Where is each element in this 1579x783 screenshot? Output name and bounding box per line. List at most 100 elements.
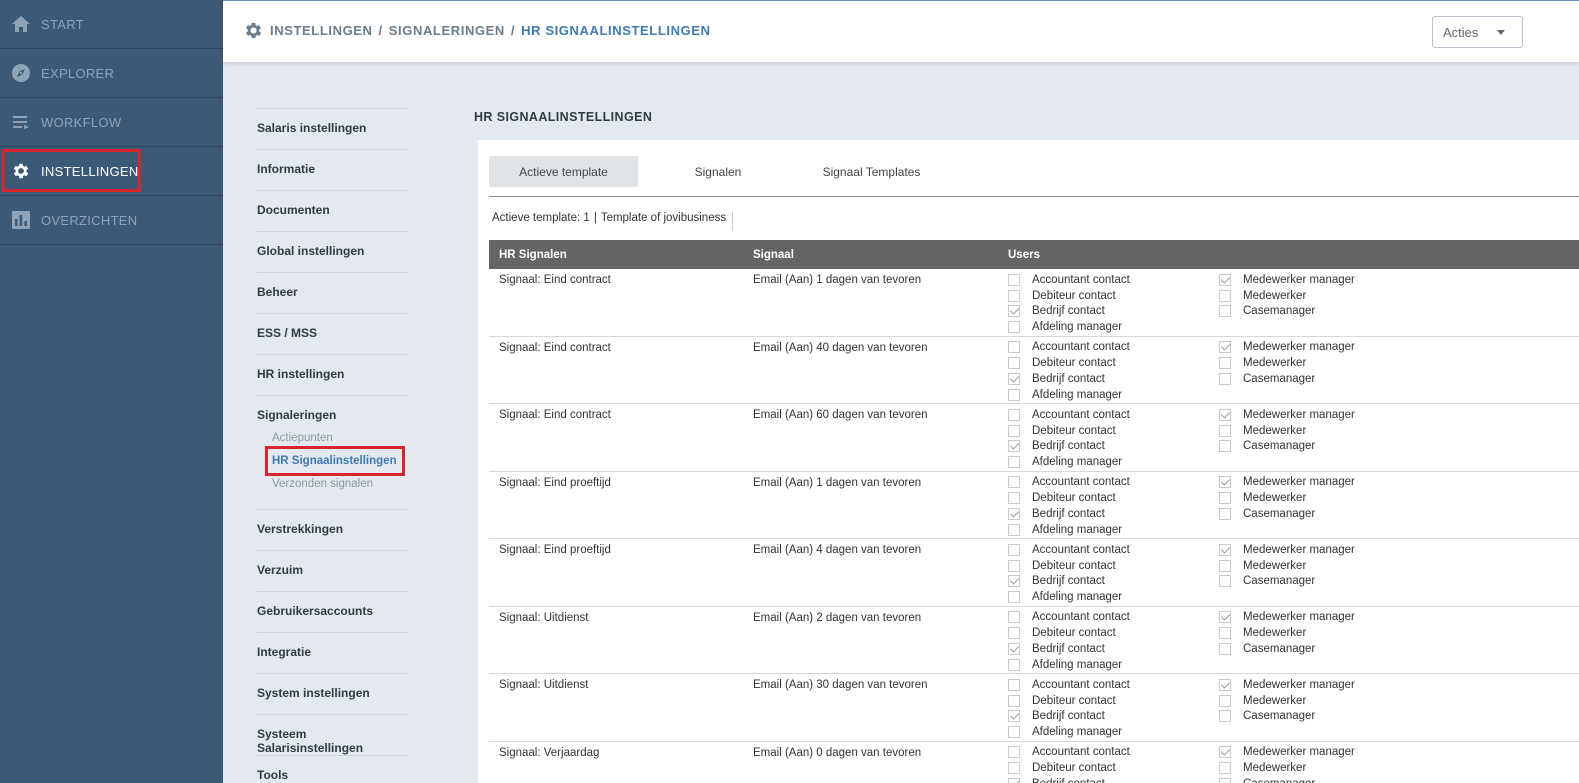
user-checkbox[interactable]	[1219, 440, 1231, 453]
user-checkbox[interactable]	[1008, 408, 1020, 421]
user-checkbox-row[interactable]: Accountant contact	[1008, 272, 1130, 288]
actions-dropdown[interactable]: Acties	[1432, 16, 1523, 48]
user-checkbox[interactable]	[1219, 710, 1231, 723]
user-checkbox[interactable]	[1008, 762, 1020, 775]
user-checkbox[interactable]	[1219, 492, 1231, 505]
user-checkbox[interactable]	[1008, 492, 1020, 505]
tab-signaal-templates[interactable]: Signaal Templates	[798, 156, 945, 187]
user-checkbox[interactable]	[1008, 746, 1020, 759]
user-checkbox[interactable]	[1219, 289, 1231, 302]
user-checkbox-row[interactable]: Debiteur contact	[1008, 490, 1130, 506]
user-checkbox[interactable]	[1219, 543, 1231, 556]
user-checkbox[interactable]	[1008, 321, 1020, 334]
breadcrumb-signaleringen[interactable]: SIGNALERINGEN	[389, 23, 505, 38]
user-checkbox-row[interactable]: Afdeling manager	[1008, 387, 1130, 403]
user-checkbox-row[interactable]: Afdeling manager	[1008, 319, 1130, 335]
settings-menu-item[interactable]: Verstrekkingen	[257, 522, 408, 538]
nav-item-start[interactable]: START	[0, 0, 223, 49]
user-checkbox[interactable]	[1219, 273, 1231, 286]
nav-item-explorer[interactable]: EXPLORER	[0, 49, 223, 98]
user-checkbox-row[interactable]: Medewerker manager	[1219, 745, 1355, 761]
breadcrumb-instellingen[interactable]: INSTELLINGEN	[270, 23, 373, 38]
user-checkbox[interactable]	[1219, 476, 1231, 489]
user-checkbox-row[interactable]: Medewerker	[1219, 490, 1355, 506]
user-checkbox-row[interactable]: Casemanager	[1219, 304, 1355, 320]
user-checkbox-row[interactable]: Debiteur contact	[1008, 760, 1130, 776]
user-checkbox-row[interactable]: Medewerker	[1219, 693, 1355, 709]
user-checkbox-row[interactable]: Casemanager	[1219, 641, 1355, 657]
user-checkbox-row[interactable]: Medewerker	[1219, 558, 1355, 574]
user-checkbox[interactable]	[1008, 424, 1020, 437]
user-checkbox-row[interactable]: Accountant contact	[1008, 475, 1130, 491]
user-checkbox-row[interactable]: Medewerker	[1219, 288, 1355, 304]
user-checkbox-row[interactable]: Afdeling manager	[1008, 657, 1130, 673]
user-checkbox-row[interactable]: Bedrijf contact	[1008, 709, 1130, 725]
user-checkbox-row[interactable]: Bedrijf contact	[1008, 574, 1130, 590]
user-checkbox[interactable]	[1008, 678, 1020, 691]
user-checkbox-row[interactable]: Accountant contact	[1008, 542, 1130, 558]
user-checkbox[interactable]	[1008, 456, 1020, 469]
user-checkbox-row[interactable]: Medewerker manager	[1219, 475, 1355, 491]
user-checkbox[interactable]	[1219, 575, 1231, 588]
user-checkbox[interactable]	[1219, 507, 1231, 520]
settings-menu-item[interactable]: Systeem Salarisinstellingen	[257, 727, 408, 755]
user-checkbox[interactable]	[1219, 357, 1231, 370]
user-checkbox-row[interactable]: Debiteur contact	[1008, 625, 1130, 641]
nav-item-workflow[interactable]: WORKFLOW	[0, 98, 223, 147]
nav-item-instellingen[interactable]: INSTELLINGEN	[0, 147, 223, 196]
user-checkbox-row[interactable]: Afdeling manager	[1008, 454, 1130, 470]
user-checkbox[interactable]	[1219, 627, 1231, 640]
user-checkbox-row[interactable]: Bedrijf contact	[1008, 506, 1130, 522]
settings-submenu-item[interactable]: HR Signaalinstellingen	[265, 446, 408, 476]
tab-actieve-template[interactable]: Actieve template	[489, 156, 638, 187]
user-checkbox[interactable]	[1008, 476, 1020, 489]
user-checkbox[interactable]	[1008, 575, 1020, 588]
user-checkbox[interactable]	[1008, 341, 1020, 354]
user-checkbox[interactable]	[1219, 678, 1231, 691]
user-checkbox-row[interactable]: Medewerker manager	[1219, 272, 1355, 288]
user-checkbox[interactable]	[1008, 611, 1020, 624]
settings-menu-item[interactable]: Documenten	[257, 203, 408, 219]
user-checkbox[interactable]	[1008, 642, 1020, 655]
user-checkbox[interactable]	[1219, 777, 1231, 783]
user-checkbox[interactable]	[1008, 357, 1020, 370]
user-checkbox[interactable]	[1008, 305, 1020, 318]
user-checkbox-row[interactable]: Bedrijf contact	[1008, 304, 1130, 320]
settings-menu-item[interactable]: Beheer	[257, 285, 408, 301]
user-checkbox-row[interactable]: Casemanager	[1219, 371, 1355, 387]
settings-menu-item[interactable]: HR instellingen	[257, 367, 408, 383]
user-checkbox[interactable]	[1219, 762, 1231, 775]
user-checkbox[interactable]	[1008, 440, 1020, 453]
user-checkbox-row[interactable]: Casemanager	[1219, 506, 1355, 522]
user-checkbox-row[interactable]: Afdeling manager	[1008, 522, 1130, 538]
user-checkbox-row[interactable]: Debiteur contact	[1008, 355, 1130, 371]
user-checkbox-row[interactable]: Accountant contact	[1008, 677, 1130, 693]
settings-submenu-item[interactable]: Verzonden signalen	[272, 474, 408, 497]
user-checkbox[interactable]	[1219, 424, 1231, 437]
user-checkbox-row[interactable]: Medewerker manager	[1219, 677, 1355, 693]
settings-menu-item[interactable]: System instellingen	[257, 686, 408, 702]
user-checkbox-row[interactable]: Debiteur contact	[1008, 558, 1130, 574]
user-checkbox-row[interactable]: Casemanager	[1219, 776, 1355, 783]
user-checkbox[interactable]	[1219, 372, 1231, 385]
user-checkbox-row[interactable]: Accountant contact	[1008, 407, 1130, 423]
user-checkbox[interactable]	[1008, 543, 1020, 556]
nav-item-overzichten[interactable]: OVERZICHTEN	[0, 196, 223, 245]
user-checkbox[interactable]	[1008, 507, 1020, 520]
user-checkbox-row[interactable]: Medewerker	[1219, 355, 1355, 371]
user-checkbox-row[interactable]: Medewerker	[1219, 760, 1355, 776]
user-checkbox[interactable]	[1219, 694, 1231, 707]
user-checkbox[interactable]	[1219, 408, 1231, 421]
settings-submenu-item[interactable]: Actiepunten	[272, 428, 408, 451]
user-checkbox-row[interactable]: Bedrijf contact	[1008, 776, 1130, 783]
user-checkbox-row[interactable]: Medewerker manager	[1219, 610, 1355, 626]
user-checkbox[interactable]	[1008, 658, 1020, 671]
user-checkbox[interactable]	[1219, 559, 1231, 572]
user-checkbox[interactable]	[1008, 289, 1020, 302]
user-checkbox[interactable]	[1008, 523, 1020, 536]
user-checkbox[interactable]	[1008, 388, 1020, 401]
user-checkbox[interactable]	[1219, 305, 1231, 318]
user-checkbox-row[interactable]: Medewerker manager	[1219, 407, 1355, 423]
settings-menu-item[interactable]: Global instellingen	[257, 244, 408, 260]
user-checkbox-row[interactable]: Medewerker	[1219, 625, 1355, 641]
